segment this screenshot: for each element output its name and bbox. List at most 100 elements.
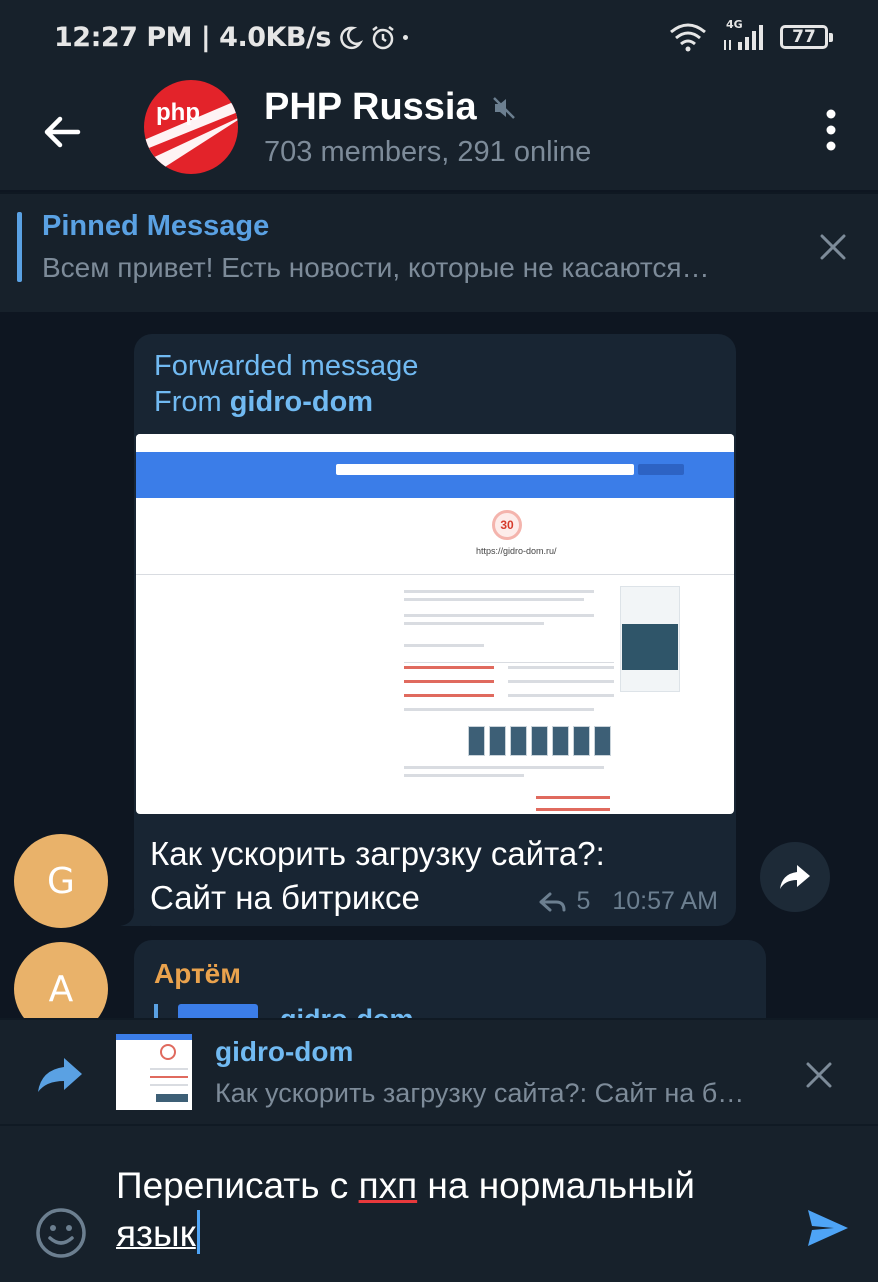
photo-metric-line	[404, 694, 494, 697]
php-logo-icon: php	[144, 99, 238, 174]
text-caret	[196, 1210, 200, 1254]
sender-name[interactable]: Артём	[154, 958, 241, 990]
thumb-line	[150, 1076, 188, 1078]
message-text-line: Сайт на битриксе	[150, 879, 420, 916]
input-text-part: Переписать с	[116, 1165, 359, 1206]
photo-filmstrip-frame	[573, 726, 590, 756]
send-icon[interactable]	[804, 1204, 852, 1252]
forwarded-from-prefix: From	[154, 386, 230, 418]
photo-metric-line	[404, 680, 494, 683]
photo-blue-band	[136, 452, 734, 498]
input-underlined-word: язык	[116, 1213, 196, 1254]
avatar[interactable]: G	[14, 834, 108, 928]
share-button[interactable]	[760, 842, 830, 912]
cell-signal: 4G	[722, 18, 766, 52]
photo-text-line	[404, 708, 594, 711]
photo-metric-line	[404, 666, 494, 669]
status-right: 4G 77	[668, 18, 833, 52]
photo-filmstrip-frame	[468, 726, 485, 756]
photo-metric-line	[508, 694, 614, 697]
photo-metric-line	[508, 680, 614, 683]
forward-preview[interactable]: gidro-dom Как ускорить загрузку сайта?: …	[0, 1018, 878, 1126]
input-text-part: на нормальный	[417, 1165, 695, 1206]
close-icon[interactable]	[818, 232, 848, 262]
avatar-letter: G	[47, 860, 75, 902]
chat-header: php PHP Russia 703 members, 291 online	[0, 68, 878, 190]
forward-arrow-icon	[780, 865, 810, 889]
photo-url-field	[336, 464, 634, 475]
pinned-title: Pinned Message	[42, 210, 270, 242]
reply-name[interactable]: gidro-dom	[280, 1004, 413, 1018]
photo-filmstrip-frame	[489, 726, 506, 756]
message-text: Как ускорить загрузку сайта?: Сайт на би…	[150, 832, 605, 920]
photo-text-line	[404, 774, 524, 777]
photo-text-line	[404, 614, 594, 617]
pinned-text: Всем привет! Есть новости, которые не ка…	[42, 252, 710, 283]
forwarded-from-name: gidro-dom	[229, 386, 374, 418]
message-list[interactable]: Forwarded message From gidro-dom 30 http…	[0, 312, 878, 1018]
avatar-letter: A	[48, 968, 74, 1010]
photo-text-line	[404, 622, 544, 625]
thumb-strip	[156, 1094, 188, 1102]
wifi-icon	[670, 23, 706, 52]
muted-icon	[492, 96, 515, 119]
message-text-line: Как ускорить загрузку сайта?:	[150, 835, 605, 872]
avatar[interactable]: A	[14, 942, 108, 1018]
forward-text: Как ускорить загрузку сайта?: Сайт на би…	[215, 1078, 755, 1108]
photo-filmstrip-frame	[594, 726, 611, 756]
signal-icon	[724, 25, 763, 50]
battery-indicator: 77	[780, 25, 833, 49]
status-time: 12:27 PM | 4.0KB/s	[54, 22, 331, 53]
photo-text-line	[404, 590, 594, 593]
photo-filmstrip-frame	[531, 726, 548, 756]
thumb-line	[150, 1068, 188, 1070]
thumb-band	[116, 1034, 192, 1040]
moon-icon	[340, 26, 363, 49]
photo-site-url: https://gidro-dom.ru/	[476, 546, 557, 556]
battery-level: 77	[792, 27, 816, 47]
members-count: 703 members, 291 online	[264, 136, 592, 168]
photo-divider	[136, 574, 734, 575]
bubble-tail	[120, 910, 150, 926]
photo-topbar	[136, 434, 734, 453]
reply-thumbnail	[178, 1004, 258, 1018]
message-time: 10:57 AM	[612, 887, 718, 915]
photo-analyze-button	[638, 464, 684, 475]
photo-divider	[404, 662, 614, 663]
message-bubble[interactable]: Артём gidro-dom	[134, 940, 766, 1018]
forward-icon	[38, 1058, 82, 1092]
back-arrow-icon[interactable]	[38, 108, 86, 156]
photo-ad-image	[622, 624, 678, 670]
photo-metric-line	[508, 666, 614, 669]
photo-text-line	[404, 766, 604, 769]
chat-title[interactable]: PHP Russia	[264, 86, 517, 129]
close-icon[interactable]	[804, 1060, 834, 1090]
pinned-message[interactable]: Pinned Message Всем привет! Есть новости…	[0, 192, 878, 312]
message-composer: Переписать с пхп на нормальный язык	[0, 1124, 878, 1282]
message-photo[interactable]: 30 https://gidro-dom.ru/	[136, 434, 734, 814]
photo-text-line	[404, 644, 484, 647]
photo-metric-line	[536, 796, 610, 799]
replies-count[interactable]: 5	[576, 887, 590, 916]
reply-icon[interactable]	[538, 890, 568, 914]
photo-metric-line	[536, 808, 610, 811]
pinned-accent-bar	[17, 212, 22, 282]
input-misspelled-word[interactable]: пхп	[359, 1165, 418, 1206]
status-bar: 12:27 PM | 4.0KB/s 4G 77	[0, 0, 878, 68]
reply-accent-bar	[154, 1004, 158, 1018]
status-left: 12:27 PM | 4.0KB/s	[54, 22, 408, 53]
group-avatar[interactable]: php	[144, 80, 238, 174]
alarm-icon	[372, 25, 394, 49]
forward-name: gidro-dom	[215, 1036, 354, 1067]
group-name: PHP Russia	[264, 86, 477, 128]
php-logo-text: php	[156, 99, 200, 126]
photo-score-gauge: 30	[492, 510, 522, 540]
more-vert-icon[interactable]	[824, 108, 838, 152]
message-bubble[interactable]: Forwarded message From gidro-dom 30 http…	[134, 334, 736, 926]
message-input[interactable]: Переписать с пхп на нормальный язык	[116, 1162, 776, 1258]
forwarded-from[interactable]: From gidro-dom	[154, 386, 373, 419]
forward-thumbnail	[116, 1034, 192, 1110]
emoji-icon[interactable]	[34, 1206, 88, 1260]
photo-filmstrip-frame	[510, 726, 527, 756]
dot-icon	[402, 35, 408, 40]
